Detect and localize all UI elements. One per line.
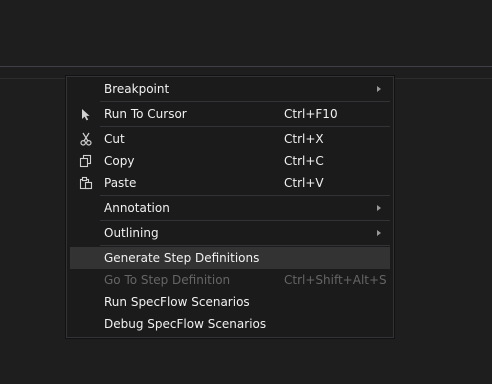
menu-item-shortcut: Ctrl+C xyxy=(284,154,324,168)
menu-item-label: Breakpoint xyxy=(104,82,170,96)
menu-item-label: Go To Step Definition xyxy=(104,273,231,287)
menu-item-generate-step-definitions[interactable]: Generate Step Definitions xyxy=(70,247,390,269)
menu-item-paste[interactable]: Paste Ctrl+V xyxy=(70,172,390,194)
menu-item-label: Debug SpecFlow Scenarios xyxy=(104,317,267,331)
menu-item-shortcut: Ctrl+Shift+Alt+S xyxy=(284,273,387,287)
menu-item-debug-specflow-scenarios[interactable]: Debug SpecFlow Scenarios xyxy=(70,313,390,335)
copy-icon xyxy=(78,153,94,169)
submenu-arrow-icon xyxy=(377,86,381,92)
context-menu: Breakpoint Run To Cursor Ctrl+F10 Cut Ct… xyxy=(66,76,394,338)
menu-item-label: Run To Cursor xyxy=(104,107,187,121)
menu-item-copy[interactable]: Copy Ctrl+C xyxy=(70,150,390,172)
menu-separator xyxy=(100,195,390,196)
menu-item-breakpoint[interactable]: Breakpoint xyxy=(70,78,390,100)
menu-item-label: Run SpecFlow Scenarios xyxy=(104,295,250,309)
menu-item-cut[interactable]: Cut Ctrl+X xyxy=(70,128,390,150)
menu-item-label: Annotation xyxy=(104,201,170,215)
menu-item-shortcut: Ctrl+V xyxy=(284,176,324,190)
menu-item-shortcut: Ctrl+F10 xyxy=(284,107,338,121)
menu-item-outlining[interactable]: Outlining xyxy=(70,222,390,244)
scissors-icon xyxy=(78,131,94,147)
menu-separator xyxy=(100,245,390,246)
paste-icon xyxy=(78,175,94,191)
menu-item-label: Outlining xyxy=(104,226,159,240)
menu-item-shortcut: Ctrl+X xyxy=(284,132,324,146)
menu-item-label: Generate Step Definitions xyxy=(104,251,260,265)
menu-item-run-specflow-scenarios[interactable]: Run SpecFlow Scenarios xyxy=(70,291,390,313)
cursor-icon xyxy=(78,106,94,122)
menu-separator xyxy=(100,101,390,102)
menu-item-label: Paste xyxy=(104,176,137,190)
submenu-arrow-icon xyxy=(377,205,381,211)
menu-item-annotation[interactable]: Annotation xyxy=(70,197,390,219)
submenu-arrow-icon xyxy=(377,230,381,236)
menu-item-go-to-step-definition[interactable]: Go To Step Definition Ctrl+Shift+Alt+S xyxy=(70,269,390,291)
menu-separator xyxy=(100,126,390,127)
editor-divider xyxy=(0,66,492,67)
menu-item-label: Copy xyxy=(104,154,135,168)
menu-separator xyxy=(100,220,390,221)
menu-item-run-to-cursor[interactable]: Run To Cursor Ctrl+F10 xyxy=(70,103,390,125)
menu-item-label: Cut xyxy=(104,132,125,146)
